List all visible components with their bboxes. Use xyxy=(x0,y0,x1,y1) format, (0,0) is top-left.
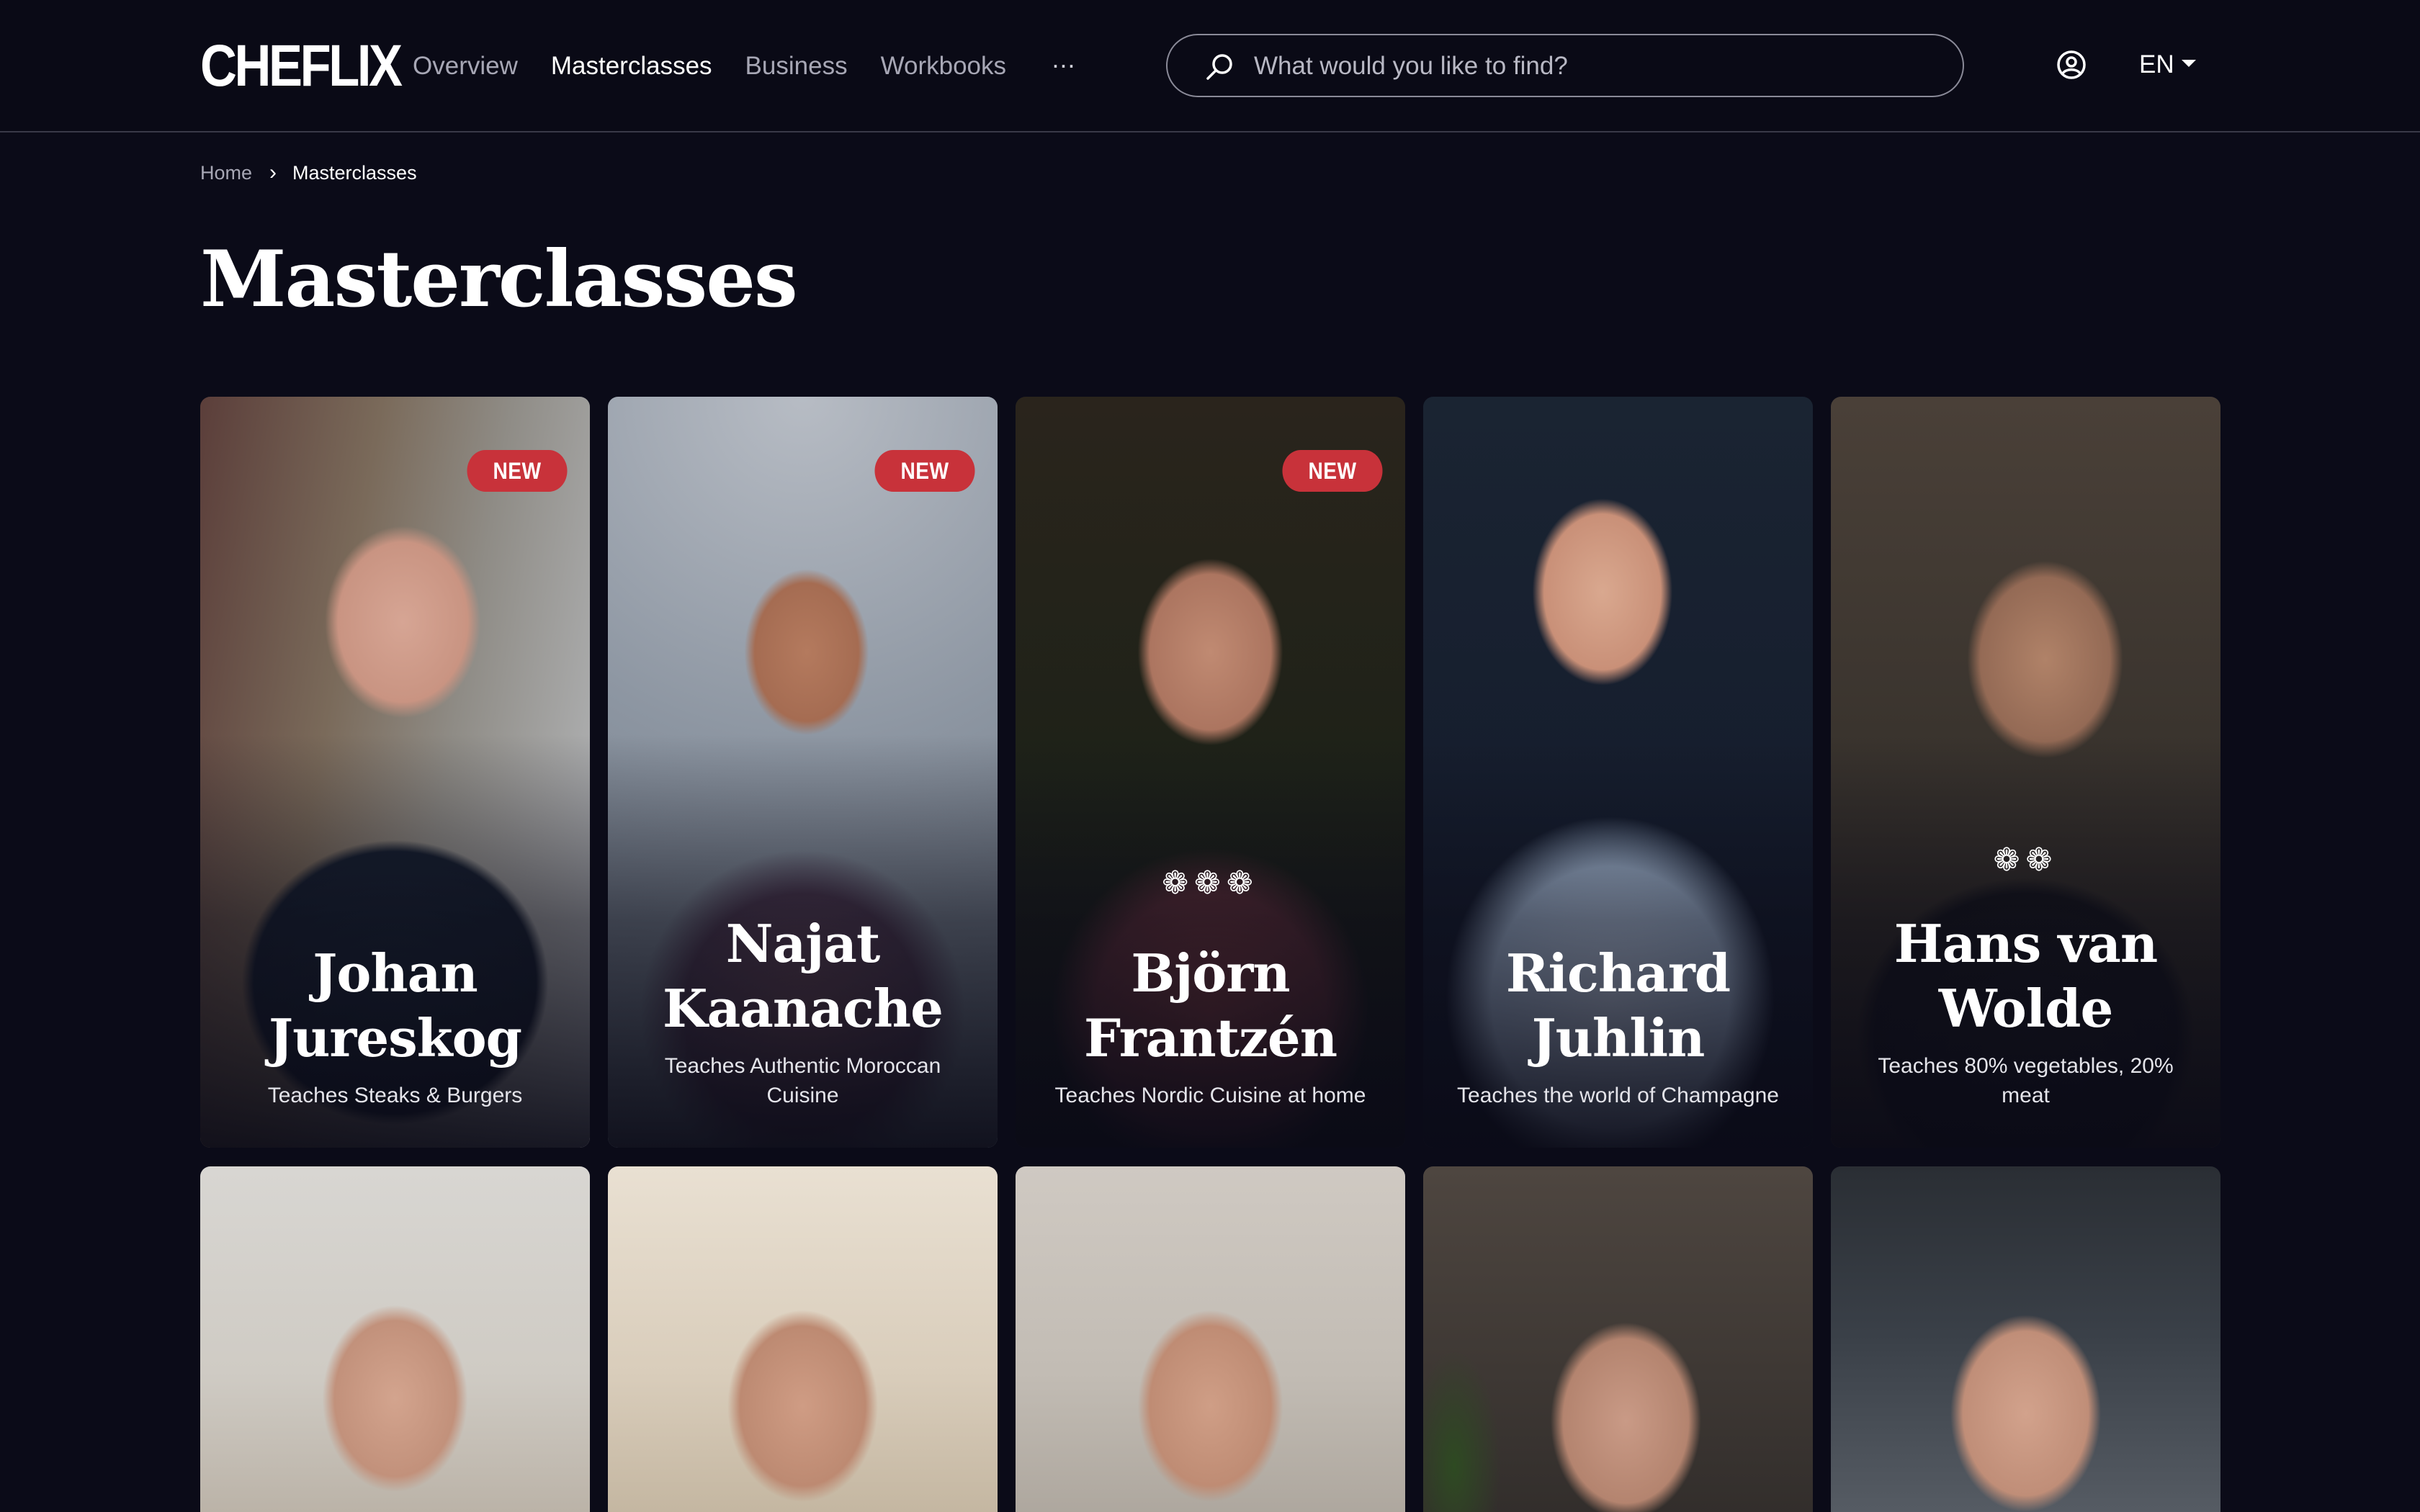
search-icon xyxy=(1206,54,1232,80)
search-input[interactable] xyxy=(1254,45,1931,87)
chevron-right-icon: › xyxy=(269,161,277,184)
breadcrumb-current: Masterclasses xyxy=(292,162,417,184)
new-badge: NEW xyxy=(874,450,975,492)
chef-photo xyxy=(1423,1166,1813,1512)
user-account-icon[interactable] xyxy=(2054,48,2089,82)
chef-photo xyxy=(1016,1166,1405,1512)
chef-name: Björn Frantzén xyxy=(1083,942,1337,1068)
chef-name: Richard Juhlin xyxy=(1505,942,1731,1068)
nav-masterclasses[interactable]: Masterclasses xyxy=(551,45,712,88)
masterclass-card[interactable]: NEW Najat Kaanache Teaches Authentic Mor… xyxy=(608,397,998,1148)
top-header: CHEFLIX Overview Masterclasses Business … xyxy=(0,0,2420,132)
cheflix-logo[interactable]: CHEFLIX xyxy=(200,36,403,96)
masterclass-card[interactable] xyxy=(1016,1166,1405,1512)
masterclass-card[interactable] xyxy=(608,1166,998,1512)
main-nav: Overview Masterclasses Business Workbook… xyxy=(413,45,1039,88)
breadcrumb: Home › Masterclasses xyxy=(200,158,417,187)
masterclass-card[interactable] xyxy=(1831,1166,2220,1512)
masterclass-card[interactable] xyxy=(200,1166,590,1512)
masterclass-card[interactable]: NEW Johan Jureskog Teaches Steaks & Burg… xyxy=(200,397,590,1148)
language-label: EN xyxy=(2139,50,2174,78)
breadcrumb-home[interactable]: Home xyxy=(200,158,252,187)
masterclass-card[interactable]: ❁❁ Hans van Wolde Teaches 80% vegetables… xyxy=(1831,397,2220,1148)
chef-name: Najat Kaanache xyxy=(663,913,944,1039)
nav-business[interactable]: Business xyxy=(745,45,848,88)
michelin-stars-icon: ❁❁❁ xyxy=(1162,865,1259,901)
course-description: Teaches Steaks & Burgers xyxy=(267,1084,523,1107)
nav-workbooks[interactable]: Workbooks xyxy=(881,45,1006,88)
chef-photo xyxy=(1831,1166,2220,1512)
chef-name: Hans van Wolde xyxy=(1894,913,2158,1039)
page-title: Masterclasses xyxy=(200,234,798,325)
new-badge: NEW xyxy=(467,450,568,492)
course-description: Teaches Nordic Cuisine at home xyxy=(1054,1084,1366,1107)
chef-photo xyxy=(608,1166,998,1512)
more-menu-icon[interactable]: ··· xyxy=(1049,46,1077,84)
masterclass-card[interactable]: Richard Juhlin Teaches the world of Cham… xyxy=(1423,397,1813,1148)
michelin-stars-icon: ❁❁ xyxy=(1993,842,2058,878)
masterclass-card[interactable] xyxy=(1423,1166,1813,1512)
new-badge: NEW xyxy=(1282,450,1383,492)
search-bar[interactable] xyxy=(1166,34,1964,97)
course-description: Teaches the world of Champagne xyxy=(1457,1084,1779,1107)
masterclass-card[interactable]: NEW ❁❁❁ Björn Frantzén Teaches Nordic Cu… xyxy=(1016,397,1405,1148)
nav-overview[interactable]: Overview xyxy=(413,45,518,88)
chef-photo xyxy=(200,1166,590,1512)
language-selector[interactable]: EN xyxy=(2139,45,2196,85)
chevron-down-icon xyxy=(2181,60,2196,67)
course-description: Teaches 80% vegetables, 20% meat xyxy=(1878,1054,2174,1107)
chef-name: Johan Jureskog xyxy=(269,942,522,1068)
course-description: Teaches Authentic Moroccan Cuisine xyxy=(664,1054,941,1107)
